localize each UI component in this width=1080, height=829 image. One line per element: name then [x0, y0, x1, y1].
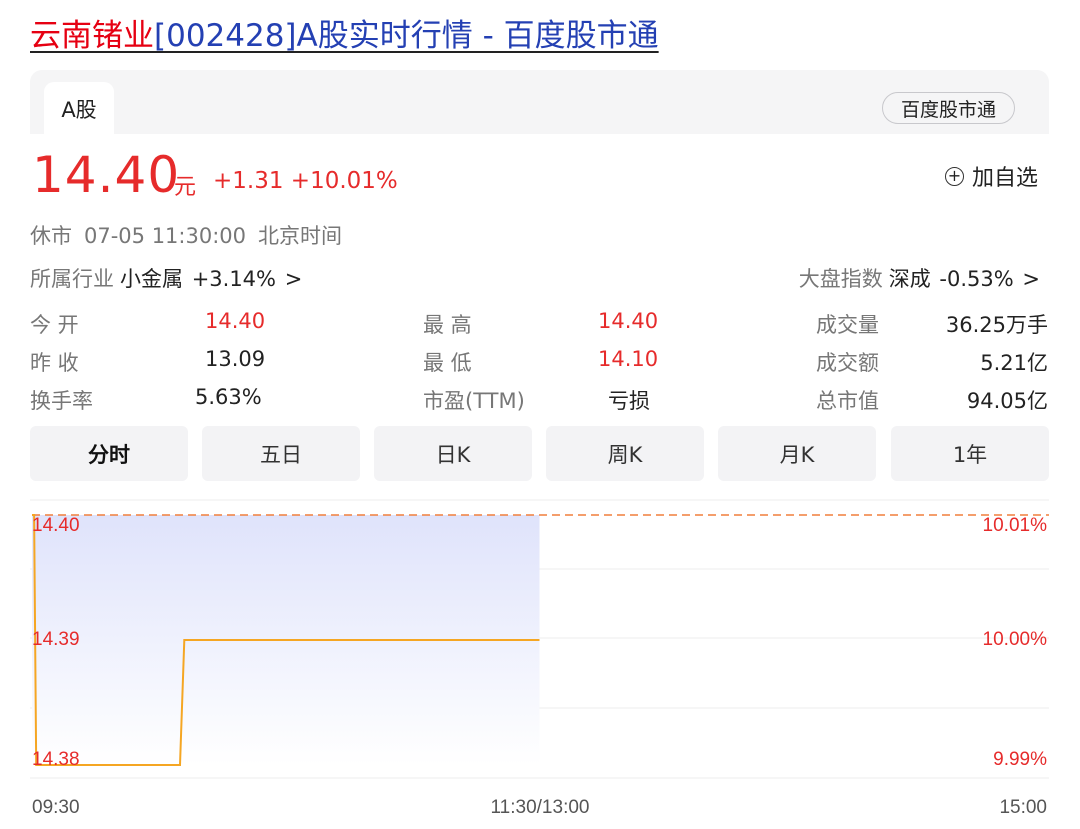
chevron-right-icon: >: [1022, 267, 1040, 291]
x-tick-label: 15:00: [999, 797, 1047, 818]
stat-label-pe: 市盈(TTM): [423, 389, 525, 413]
page-title-link[interactable]: 云南锗业[002428]A股实时行情 - 百度股市通: [30, 14, 659, 58]
status-timezone: 北京时间: [258, 224, 343, 248]
change-amount: +1.31: [213, 168, 284, 194]
y-tick-label-left: 14.38: [32, 749, 80, 770]
title-stock-name[interactable]: 云南锗业: [30, 18, 154, 54]
stat-value-amount: 5.21亿: [980, 351, 1048, 375]
index-name: 深成: [888, 267, 931, 291]
tab-weekly-k[interactable]: 周K: [546, 426, 704, 481]
y-tick-label-left: 14.39: [32, 629, 80, 650]
industry-change: +3.14%: [191, 267, 276, 291]
industry-link[interactable]: 所属行业 小金属 +3.14% >: [30, 263, 302, 293]
add-watchlist-label: 加自选: [972, 166, 1039, 191]
stat-label-market-cap: 总市值: [816, 389, 879, 413]
stat-label-turnover: 换手率: [30, 389, 93, 413]
y-tick-label-left: 14.40: [32, 515, 80, 536]
status-datetime: 07-05 11:30:00: [84, 224, 247, 248]
price-change: +1.31 +10.01%: [213, 168, 398, 194]
tab-daily-k[interactable]: 日K: [374, 426, 532, 481]
y-tick-label-right: 10.01%: [983, 515, 1048, 536]
title-stock-info[interactable]: [002428]A股实时行情 - 百度股市通: [154, 18, 659, 54]
market-status: 休市 07-05 11:30:00 北京时间: [30, 220, 354, 250]
stat-value-low: 14.10: [598, 347, 659, 371]
plus-circle-icon: +: [945, 166, 964, 186]
stat-value-prev-close: 13.09: [205, 347, 266, 371]
intraday-chart[interactable]: 14.40 14.39 14.38 10.01% 10.00% 9.99% 09:30 1…: [0, 490, 1080, 829]
stat-label-open: 今 开: [30, 313, 79, 337]
market-index-link[interactable]: 大盘指数 深成 -0.53% >: [799, 263, 1040, 293]
stat-value-volume: 36.25万手: [945, 313, 1048, 337]
tab-intraday[interactable]: 分时: [30, 426, 188, 481]
period-tabs: 分时 五日 日K 周K 月K 1年: [30, 426, 1049, 481]
stat-value-pe: 亏损: [608, 389, 650, 413]
y-tick-label-right: 10.00%: [983, 629, 1048, 650]
stat-label-high: 最 高: [423, 313, 472, 337]
change-percent: +10.01%: [290, 168, 398, 194]
stat-label-volume: 成交量: [816, 313, 879, 337]
x-tick-label: 11:30/13:00: [491, 797, 590, 818]
tab-five-day[interactable]: 五日: [202, 426, 360, 481]
price-unit: 元: [174, 175, 197, 200]
stat-value-open: 14.40: [205, 309, 266, 333]
brand-button[interactable]: 百度股市通: [882, 92, 1015, 124]
index-label: 大盘指数: [798, 267, 883, 291]
current-price: 14.40: [32, 146, 181, 204]
tab-a-share[interactable]: A股: [44, 82, 114, 136]
stat-value-high: 14.40: [598, 309, 659, 333]
tab-monthly-k[interactable]: 月K: [718, 426, 876, 481]
stat-label-low: 最 低: [423, 351, 472, 375]
stat-label-amount: 成交额: [816, 351, 879, 375]
stat-label-prev-close: 昨 收: [30, 351, 79, 375]
industry-name: 小金属: [120, 267, 183, 291]
x-tick-label: 09:30: [32, 797, 80, 818]
stat-value-turnover: 5.63%: [195, 385, 262, 409]
tab-one-year[interactable]: 1年: [891, 426, 1049, 481]
status-text: 休市: [30, 224, 72, 248]
stat-value-market-cap: 94.05亿: [966, 389, 1048, 413]
y-tick-label-right: 9.99%: [993, 749, 1047, 770]
industry-label: 所属行业: [30, 267, 114, 291]
index-change: -0.53%: [939, 267, 1014, 291]
add-watchlist-button[interactable]: + 加自选: [945, 160, 1038, 192]
chevron-right-icon: >: [284, 267, 303, 291]
